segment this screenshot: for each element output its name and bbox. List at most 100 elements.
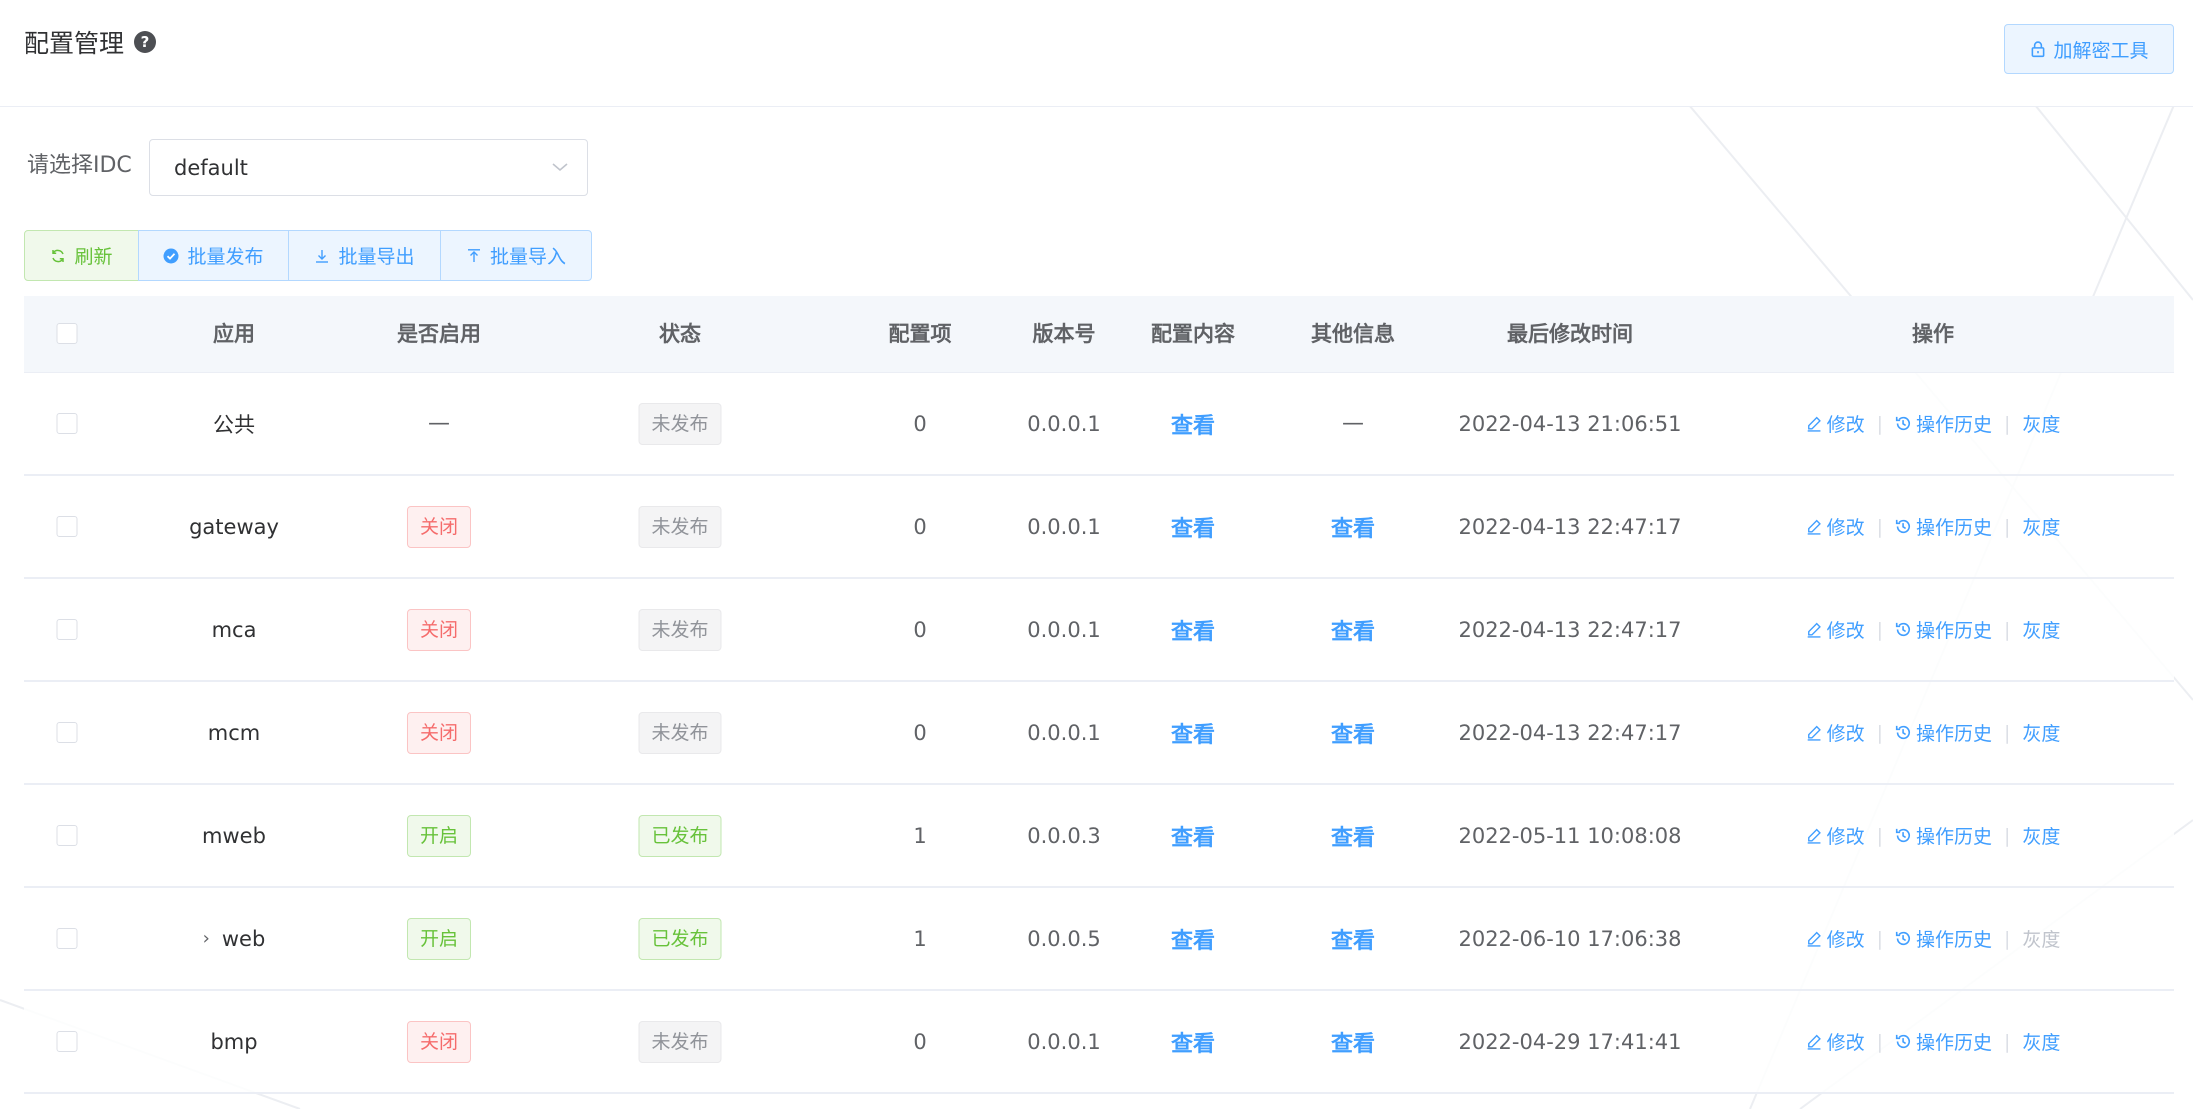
gray-label: 灰度	[2022, 929, 2061, 951]
edit-action[interactable]: 修改	[1806, 719, 1865, 746]
gray-release-action[interactable]: 灰度	[2022, 513, 2060, 540]
last-modified-cell: 2022-04-13 22:47:17	[1458, 720, 1682, 745]
config-content-view-link[interactable]: 查看	[1171, 923, 1215, 955]
config-content-view-link[interactable]: 查看	[1171, 820, 1215, 852]
gray-release-action[interactable]: 灰度	[2022, 719, 2060, 746]
app-name: mweb	[202, 823, 266, 848]
table-row: 公共 — 未发布 0 0.0.0.1 查看 — 2022-04-13 21:06:51 修改 | 操…	[24, 373, 2174, 476]
gray-release-action[interactable]: 灰度	[2022, 616, 2060, 643]
other-info-view-link[interactable]: 查看	[1331, 717, 1375, 749]
last-modified-cell: 2022-04-13 22:47:17	[1458, 617, 1682, 642]
edit-action[interactable]: 修改	[1806, 1028, 1865, 1055]
config-content-view-link[interactable]: 查看	[1171, 717, 1215, 749]
history-label: 操作历史	[1915, 517, 1993, 539]
chevron-down-icon	[552, 163, 568, 172]
enabled-cell: 关闭	[406, 682, 472, 783]
action-divider: |	[2004, 721, 2011, 744]
gray-release-action[interactable]: 灰度	[2022, 925, 2060, 952]
edit-icon	[1807, 519, 1821, 535]
other-info-view-link[interactable]: 查看	[1331, 614, 1375, 646]
header-config-items: 配置项	[888, 322, 952, 346]
other-info-view-link[interactable]: 查看	[1331, 511, 1375, 543]
app-name: mcm	[207, 720, 261, 745]
page-title: 配置管理	[24, 29, 125, 58]
question-circle-icon[interactable]: ?	[134, 31, 156, 53]
last-modified-cell: 2022-04-13 22:47:17	[1458, 514, 1682, 539]
header-status: 状态	[659, 322, 701, 346]
status-tag: 未发布	[638, 608, 722, 651]
status-cell: 已发布	[638, 785, 722, 886]
header-version: 版本号	[1032, 322, 1096, 346]
row-checkbox[interactable]	[56, 516, 78, 537]
edit-action[interactable]: 修改	[1806, 410, 1865, 437]
header-config-content: 配置内容	[1151, 322, 1235, 346]
edit-action[interactable]: 修改	[1806, 925, 1865, 952]
config-items-cell: 0	[913, 411, 927, 436]
gray-release-action[interactable]: 灰度	[2022, 1028, 2060, 1055]
gray-release-action[interactable]: 灰度	[2022, 410, 2060, 437]
other-info-view-link[interactable]: 查看	[1331, 1026, 1375, 1058]
version-cell: 0.0.0.5	[1027, 926, 1101, 951]
history-action[interactable]: 操作历史	[1895, 513, 1992, 540]
history-action[interactable]: 操作历史	[1895, 616, 1992, 643]
toolbar-button-group: 刷新 批量发布 批量导出 批量导入	[24, 230, 592, 281]
gray-release-action[interactable]: 灰度	[2022, 822, 2060, 849]
header-actions: 操作	[1912, 322, 1954, 346]
history-action[interactable]: 操作历史	[1895, 822, 1992, 849]
select-all-checkbox[interactable]	[56, 322, 78, 344]
refresh-button[interactable]: 刷新	[24, 230, 139, 281]
edit-label: 修改	[1826, 517, 1865, 539]
row-checkbox[interactable]	[56, 619, 78, 640]
other-info-view-link[interactable]: 查看	[1331, 820, 1375, 852]
row-checkbox[interactable]	[56, 928, 78, 949]
config-content-view-link[interactable]: 查看	[1171, 614, 1215, 646]
enabled-cell: —	[428, 373, 450, 474]
row-select	[56, 991, 78, 1092]
edit-action[interactable]: 修改	[1806, 513, 1865, 540]
refresh-icon	[52, 249, 65, 262]
status-tag: 已发布	[638, 917, 722, 960]
edit-label: 修改	[1826, 826, 1865, 848]
app-name: bmp	[210, 1029, 258, 1054]
config-items-cell: 0	[913, 514, 927, 539]
batch-import-button[interactable]: 批量导入	[440, 230, 592, 281]
idc-select[interactable]: default	[149, 139, 588, 196]
row-checkbox[interactable]	[56, 825, 78, 846]
config-table: 应用 是否启用 状态 配置项 版本号 配置内容 其他信息 最后修改时间 操作 公…	[24, 296, 2174, 1094]
version-cell: 0.0.0.1	[1027, 617, 1101, 642]
config-content-view-link[interactable]: 查看	[1171, 511, 1215, 543]
status-cell: 未发布	[638, 579, 722, 680]
action-divider: |	[2004, 927, 2011, 950]
config-content-cell: 查看	[1171, 373, 1215, 474]
row-checkbox[interactable]	[56, 413, 78, 434]
batch-export-button[interactable]: 批量导出	[288, 230, 441, 281]
history-action[interactable]: 操作历史	[1895, 719, 1992, 746]
row-checkbox[interactable]	[56, 1031, 78, 1052]
enabled-cell: 关闭	[406, 579, 472, 680]
row-checkbox[interactable]	[56, 722, 78, 743]
header-app: 应用	[213, 322, 255, 346]
last-modified-cell: 2022-05-11 10:08:08	[1458, 823, 1682, 848]
enabled-tag: 关闭	[406, 711, 472, 754]
history-action[interactable]: 操作历史	[1895, 1028, 1992, 1055]
gray-label: 灰度	[2022, 826, 2061, 848]
edit-icon	[1807, 1034, 1821, 1050]
other-info-view-link[interactable]: 查看	[1331, 923, 1375, 955]
edit-icon	[1807, 828, 1821, 844]
config-content-view-link[interactable]: 查看	[1171, 408, 1215, 440]
app-name: gateway	[189, 514, 279, 539]
chevron-right-icon[interactable]: ›	[203, 928, 210, 949]
batch-publish-button[interactable]: 批量发布	[138, 230, 289, 281]
crypto-tool-button[interactable]: 加解密工具	[2004, 24, 2174, 74]
status-cell: 未发布	[638, 476, 722, 577]
config-content-view-link[interactable]: 查看	[1171, 1026, 1215, 1058]
actions-cell: 修改 | 操作历史 | 灰度	[1806, 682, 2060, 783]
edit-action[interactable]: 修改	[1806, 616, 1865, 643]
upload-icon	[467, 248, 480, 262]
table-row: mcm 关闭 未发布 0 0.0.0.1 查看 查看 2022-04-13 22:47:17 修…	[24, 682, 2174, 785]
table-row: bmp 关闭 未发布 0 0.0.0.1 查看 查看 2022-04-29 17:41:41 修…	[24, 991, 2174, 1094]
history-action[interactable]: 操作历史	[1895, 410, 1992, 437]
edit-action[interactable]: 修改	[1806, 822, 1865, 849]
history-action[interactable]: 操作历史	[1895, 925, 1992, 952]
config-items-cell: 0	[913, 1029, 927, 1054]
